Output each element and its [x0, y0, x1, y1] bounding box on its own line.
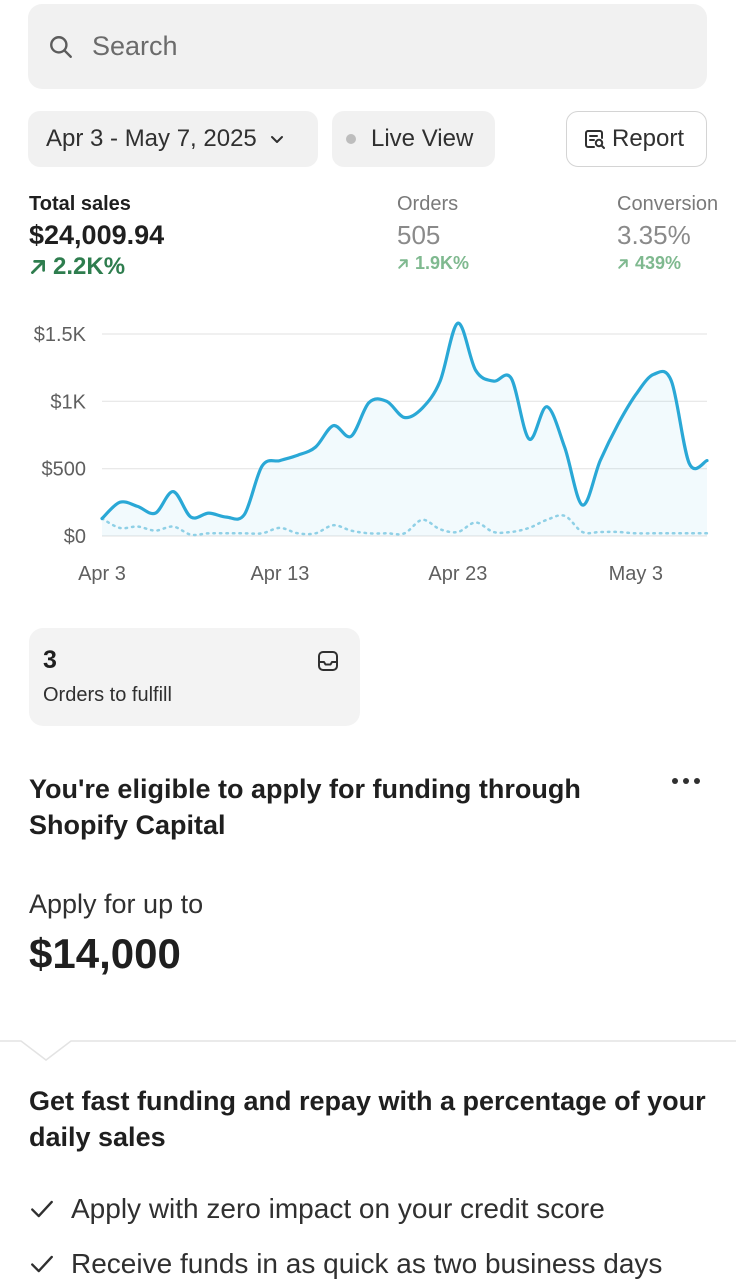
chevron-down-icon [270, 136, 283, 143]
total-sales-label: Total sales [29, 193, 131, 215]
x-tick-label: Apr 23 [428, 563, 487, 585]
total-sales-change: 2.2K% [29, 253, 164, 281]
section-divider [0, 1040, 736, 1061]
apply-amount: $14,000 [29, 930, 181, 977]
sales-chart[interactable]: $1.5K $1K $500 $0 Apr 3 Apr 13 Apr 23 May 3 [0, 310, 736, 600]
orders-to-fulfill-card[interactable]: 3 Orders to fulfill [29, 628, 360, 726]
report-label: Report [612, 125, 685, 152]
funding-subtitle: Get fast funding and repay with a percen… [29, 1086, 706, 1152]
conversion-value: 3.35% [617, 220, 691, 250]
more-options-icon[interactable] [672, 778, 700, 784]
orders-label: Orders [397, 193, 459, 215]
date-range-button[interactable]: Apr 3 - May 7, 2025 [28, 111, 318, 167]
x-axis: Apr 3 Apr 13 Apr 23 May 3 [78, 563, 663, 585]
benefit-text: Apply with zero impact on your credit sc… [71, 1193, 605, 1224]
orders-value: 505 [397, 220, 441, 250]
orders-change: 1.9K% [397, 253, 469, 274]
y-tick-label: $1K [50, 391, 86, 413]
check-icon [31, 1200, 53, 1218]
y-tick-label: $0 [64, 526, 86, 548]
fulfill-count: 3 [43, 646, 57, 674]
conversion-label: Conversion [617, 193, 719, 215]
search-bar[interactable]: Search [28, 4, 707, 89]
x-tick-label: Apr 13 [250, 563, 309, 585]
y-axis: $1.5K $1K $500 $0 [34, 324, 87, 548]
benefit-item: Receive funds in as quick as two busines… [29, 1248, 662, 1280]
y-tick-label: $1.5K [34, 324, 87, 346]
live-view-button[interactable]: Live View [332, 111, 495, 167]
search-icon [50, 35, 72, 58]
live-status-dot [346, 134, 356, 144]
fulfill-label: Orders to fulfill [43, 684, 172, 706]
x-tick-label: May 3 [609, 563, 663, 585]
benefit-item: Apply with zero impact on your credit sc… [29, 1193, 605, 1225]
capital-title: You're eligible to apply for funding thr… [29, 774, 581, 840]
trend-up-icon [31, 260, 45, 274]
report-button[interactable]: Report [566, 111, 707, 167]
live-view-label: Live View [371, 125, 474, 152]
conversion-metric[interactable]: Conversion 3.35% 439% [617, 193, 718, 274]
benefit-text: Receive funds in as quick as two busines… [71, 1248, 663, 1279]
y-tick-label: $500 [42, 459, 87, 481]
date-range-label: Apr 3 - May 7, 2025 [46, 125, 257, 152]
conversion-change-value: 439% [635, 253, 682, 273]
inbox-icon [318, 651, 338, 671]
orders-change-value: 1.9K% [415, 253, 470, 273]
total-sales-value: $24,009.94 [29, 220, 165, 250]
apply-label: Apply for up to [29, 889, 204, 919]
report-icon [585, 130, 605, 149]
conversion-change: 439% [617, 253, 718, 274]
search-input[interactable]: Search [92, 31, 178, 62]
x-tick-label: Apr 3 [78, 563, 126, 585]
total-sales-change-value: 2.2K% [53, 253, 126, 280]
total-sales-metric[interactable]: Total sales $24,009.94 2.2K% [29, 193, 164, 281]
orders-metric[interactable]: Orders 505 1.9K% [397, 193, 469, 274]
trend-up-icon [618, 258, 628, 269]
trend-up-icon [398, 258, 408, 269]
check-icon [31, 1255, 53, 1273]
